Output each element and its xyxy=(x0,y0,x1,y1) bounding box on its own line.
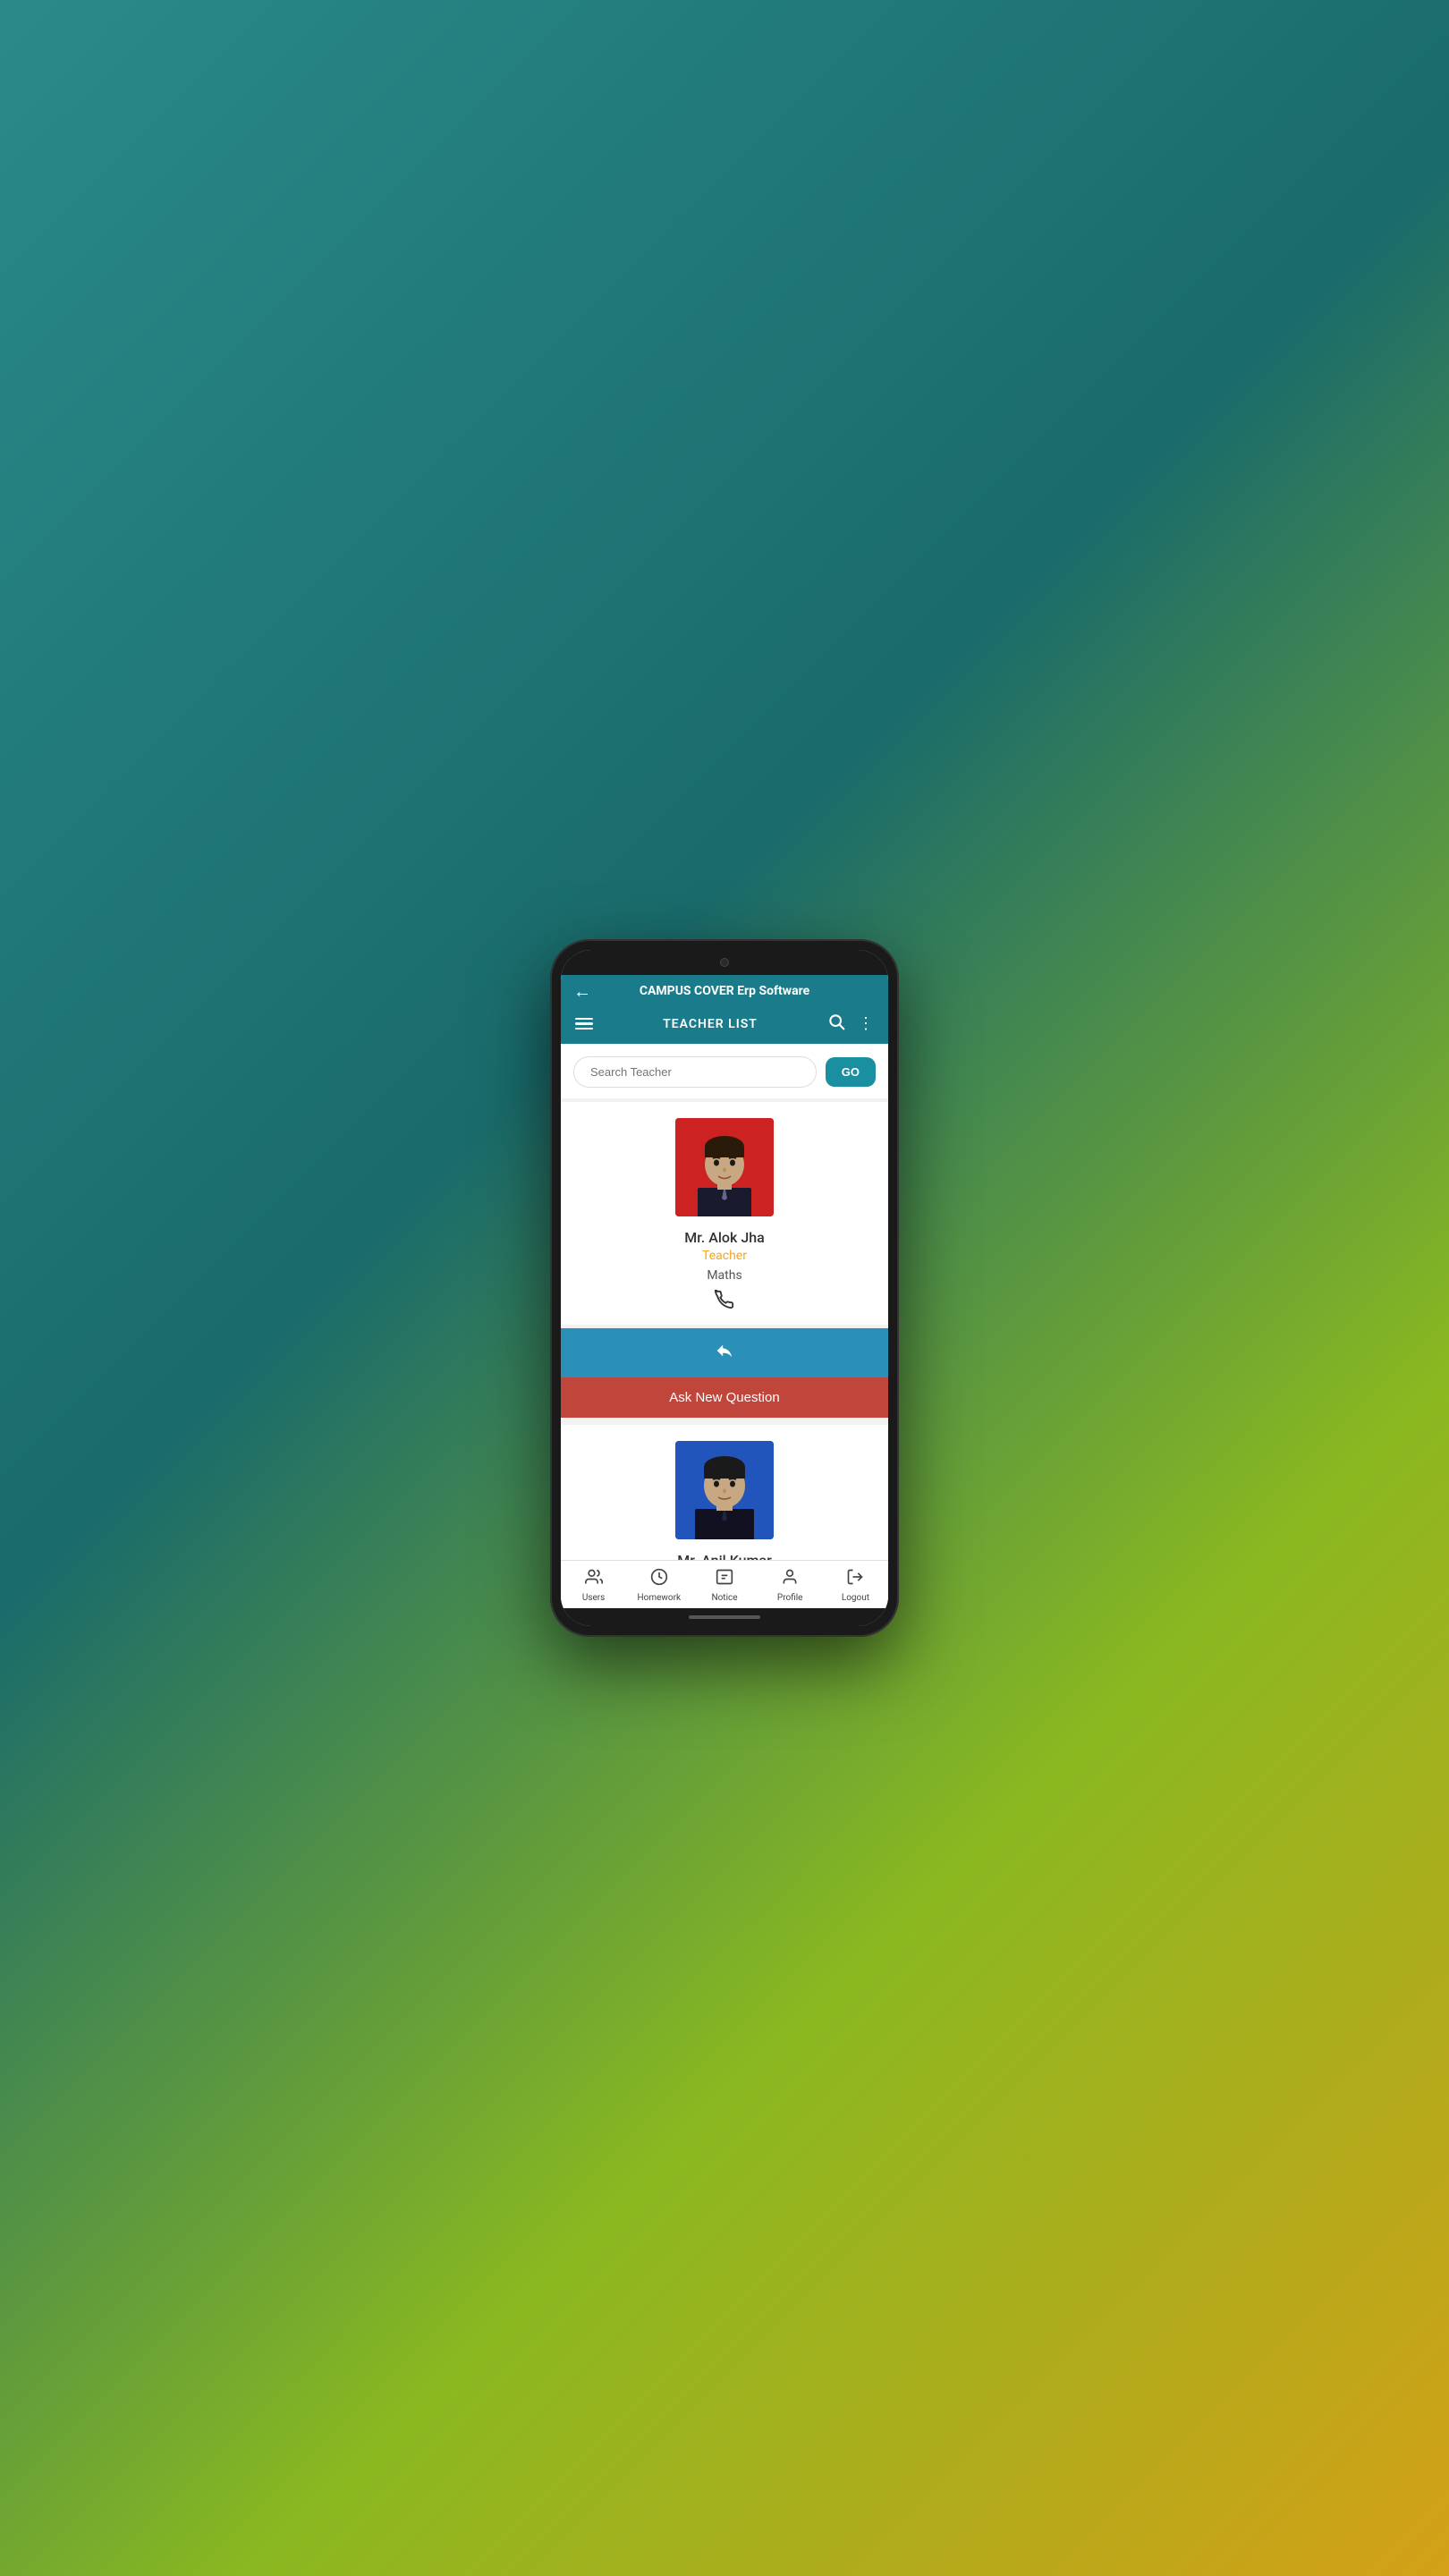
nav-label-notice: Notice xyxy=(711,1593,737,1603)
top-bar: ← CAMPUS COVER Erp Software xyxy=(561,975,888,1005)
screen-title: TEACHER LIST xyxy=(663,1017,758,1031)
users-icon xyxy=(585,1568,603,1590)
nav-bar: TEACHER LIST ⋮ xyxy=(561,1005,888,1044)
reply-icon xyxy=(715,1341,734,1365)
teacher-card-1: Mr. Alok Jha Teacher Maths xyxy=(561,1102,888,1325)
profile-icon xyxy=(781,1568,799,1590)
search-section: GO xyxy=(561,1044,888,1098)
home-bar xyxy=(689,1615,760,1619)
phone-device: ← CAMPUS COVER Erp Software TEACHER LIST xyxy=(550,939,899,1637)
nav-label-homework: Homework xyxy=(638,1593,682,1603)
ask-question-button[interactable]: Ask New Question xyxy=(561,1377,888,1418)
search-icon[interactable] xyxy=(827,1013,845,1035)
go-button[interactable]: GO xyxy=(826,1057,876,1087)
camera-lens xyxy=(720,958,729,967)
teacher-name-1: Mr. Alok Jha xyxy=(684,1229,764,1246)
teacher-subject-1: Maths xyxy=(707,1268,741,1283)
nav-item-homework[interactable]: Homework xyxy=(626,1568,691,1603)
logout-icon xyxy=(846,1568,864,1590)
reply-button-1[interactable] xyxy=(561,1328,888,1377)
nav-label-logout: Logout xyxy=(842,1593,869,1603)
back-button[interactable]: ← xyxy=(573,980,591,1003)
nav-icons: ⋮ xyxy=(827,1013,874,1035)
bottom-nav: Users Homework xyxy=(561,1560,888,1608)
teacher-role-1: Teacher xyxy=(702,1249,747,1263)
app-container: ← CAMPUS COVER Erp Software TEACHER LIST xyxy=(561,975,888,1608)
nav-label-users: Users xyxy=(582,1593,606,1603)
menu-button[interactable] xyxy=(575,1018,593,1030)
more-options-icon[interactable]: ⋮ xyxy=(858,1014,874,1033)
nav-label-profile: Profile xyxy=(777,1593,803,1603)
search-input[interactable] xyxy=(573,1056,817,1088)
teacher-photo-1 xyxy=(675,1118,774,1216)
nav-item-notice[interactable]: Notice xyxy=(691,1568,757,1603)
app-title: CAMPUS COVER Erp Software xyxy=(640,984,809,998)
teacher-name-2: Mr. Anil Kumar xyxy=(677,1552,772,1560)
phone-icon-1[interactable] xyxy=(715,1290,734,1314)
nav-item-users[interactable]: Users xyxy=(561,1568,626,1603)
nav-item-logout[interactable]: Logout xyxy=(823,1568,888,1603)
teacher-photo-2 xyxy=(675,1441,774,1539)
nav-item-profile[interactable]: Profile xyxy=(758,1568,823,1603)
notice-icon xyxy=(716,1568,733,1590)
phone-screen: ← CAMPUS COVER Erp Software TEACHER LIST xyxy=(561,950,888,1626)
teacher-card-2: Mr. Anil Kumar Principal English xyxy=(561,1425,888,1560)
camera-bar xyxy=(561,950,888,975)
home-indicator xyxy=(561,1608,888,1626)
homework-icon xyxy=(650,1568,668,1590)
content-scroll[interactable]: Mr. Alok Jha Teacher Maths xyxy=(561,1098,888,1560)
